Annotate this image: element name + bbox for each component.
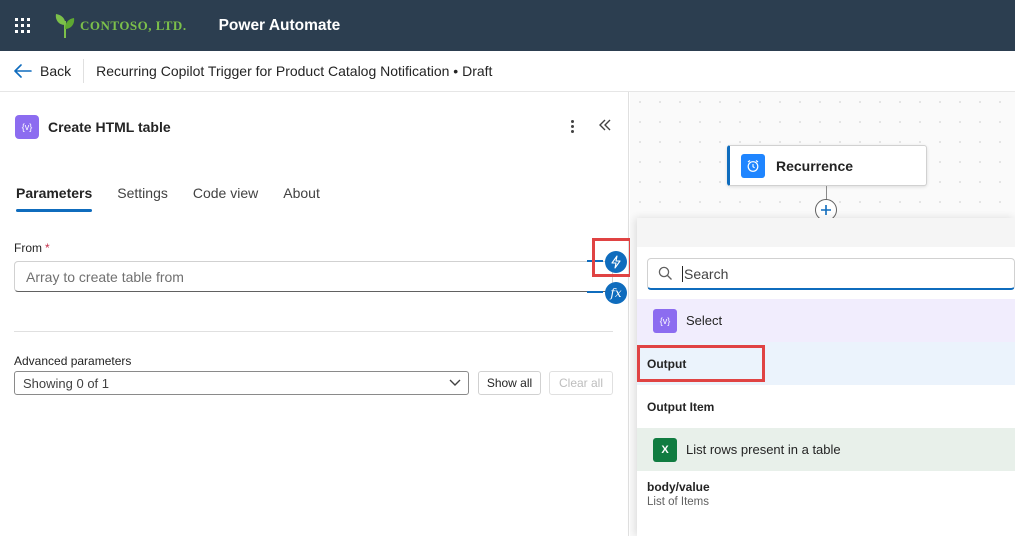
tab-settings[interactable]: Settings bbox=[117, 185, 168, 212]
app-title[interactable]: Power Automate bbox=[219, 17, 341, 35]
advanced-parameters-value: Showing 0 of 1 bbox=[23, 375, 110, 391]
group-header-select[interactable]: {v} Select bbox=[637, 299, 1015, 342]
panel-tabs: Parameters Settings Code view About bbox=[16, 185, 345, 212]
section-divider bbox=[14, 331, 613, 332]
back-label: Back bbox=[40, 63, 72, 79]
group-title: Select bbox=[686, 313, 723, 328]
app-launcher-button[interactable] bbox=[0, 0, 44, 51]
advanced-parameters-label: Advanced parameters bbox=[14, 354, 132, 368]
company-name: CONTOSO, LTD. bbox=[80, 17, 187, 33]
double-chevron-left-icon bbox=[599, 119, 611, 131]
from-field-label: From * bbox=[14, 241, 50, 255]
expression-button[interactable]: fx bbox=[605, 282, 627, 304]
recurrence-trigger-card[interactable]: Recurrence bbox=[727, 145, 927, 186]
connector-line bbox=[826, 186, 827, 200]
group-header-list-rows[interactable]: X List rows present in a table bbox=[637, 428, 1015, 471]
from-input[interactable]: Array to create table from bbox=[14, 261, 613, 292]
required-marker: * bbox=[45, 241, 50, 255]
search-placeholder: Search bbox=[682, 265, 729, 282]
excel-icon: X bbox=[653, 437, 677, 462]
waffle-icon bbox=[14, 18, 30, 33]
item-description: List of Items bbox=[647, 496, 709, 508]
advanced-parameters-dropdown[interactable]: Showing 0 of 1 bbox=[14, 371, 469, 395]
alarm-clock-icon bbox=[741, 153, 765, 178]
highlight-dynamic-content bbox=[592, 238, 632, 277]
trigger-node-label: Recurrence bbox=[776, 157, 854, 174]
data-operation-icon: {v} bbox=[15, 115, 39, 139]
fx-icon: fx bbox=[610, 286, 622, 300]
leaf-icon bbox=[55, 13, 75, 38]
app-header: CONTOSO, LTD. Power Automate bbox=[0, 0, 1015, 51]
action-title[interactable]: Create HTML table bbox=[48, 119, 171, 135]
tab-code-view[interactable]: Code view bbox=[193, 185, 258, 212]
data-operation-icon: {v} bbox=[653, 308, 677, 333]
more-options-button[interactable] bbox=[563, 116, 581, 136]
item-name: body/value bbox=[647, 480, 710, 494]
from-placeholder: Array to create table from bbox=[26, 268, 184, 285]
dynamic-item-body-value[interactable]: body/value List of Items bbox=[637, 480, 1015, 508]
command-bar: Back Recurring Copilot Trigger for Produ… bbox=[0, 51, 1015, 92]
item-name: Output Item bbox=[647, 399, 715, 414]
search-input[interactable]: Search bbox=[647, 258, 1015, 290]
action-header: {v} Create HTML table bbox=[15, 115, 171, 139]
divider bbox=[83, 59, 85, 83]
company-logo[interactable]: CONTOSO, LTD. bbox=[54, 13, 187, 39]
show-all-button[interactable]: Show all bbox=[478, 371, 541, 395]
back-button[interactable]: Back bbox=[0, 51, 83, 92]
focus-indicator bbox=[587, 291, 603, 293]
clear-all-button[interactable]: Clear all bbox=[549, 371, 613, 395]
chevron-down-icon bbox=[449, 379, 461, 386]
collapse-panel-button[interactable] bbox=[598, 116, 612, 136]
group-title: List rows present in a table bbox=[686, 442, 841, 457]
tab-about[interactable]: About bbox=[283, 185, 320, 212]
dynamic-item-output-item[interactable]: Output Item bbox=[637, 385, 1015, 428]
highlight-output bbox=[637, 345, 765, 382]
search-icon bbox=[658, 266, 672, 280]
flow-title: Recurring Copilot Trigger for Product Ca… bbox=[96, 63, 493, 79]
from-label-text: From bbox=[14, 241, 42, 255]
flyout-header bbox=[637, 218, 1015, 247]
arrow-left-icon bbox=[14, 64, 32, 78]
plus-icon bbox=[821, 205, 831, 215]
action-details-panel: {v} Create HTML table Parameters Setting… bbox=[0, 92, 629, 536]
tab-parameters[interactable]: Parameters bbox=[16, 185, 93, 212]
